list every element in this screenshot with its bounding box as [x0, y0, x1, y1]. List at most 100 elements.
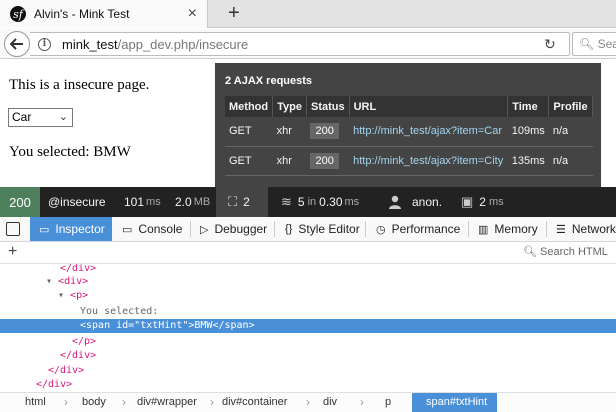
search-icon: 🔍︎: [523, 246, 541, 258]
markup-line[interactable]: </div>: [0, 378, 616, 388]
search-icon: 🔍︎: [579, 37, 595, 51]
memory-item[interactable]: 2.0 MB: [175, 187, 210, 217]
selected-markup-line[interactable]: <span id="txtHint">BMW</span>: [0, 319, 616, 333]
tab-title: Alvin's - Mink Test: [34, 7, 130, 21]
breadcrumb: html › body › div#wrapper › div#containe…: [0, 392, 616, 412]
breadcrumb-item-active[interactable]: span#txtHint: [412, 393, 498, 412]
tab-performance[interactable]: ◷ Performance: [376, 217, 460, 241]
search-html-input[interactable]: 🔍︎ Search HTML: [523, 245, 608, 258]
url-path: /app_dev.php/insecure: [117, 37, 249, 52]
debug-toolbar: 200 @insecure 101 ms 2.0 MB ⛶ 2 ≋ 5 in 0.3…: [0, 187, 616, 217]
column-header: Type: [272, 96, 307, 117]
url-host: mink_test: [62, 37, 118, 52]
url-text[interactable]: mink_test/app_dev.php/insecure: [62, 37, 248, 52]
search-input[interactable]: 🔍︎ Sea: [572, 32, 616, 56]
time-unit: ms: [146, 196, 161, 208]
markup-line[interactable]: ▾ <p>: [0, 289, 616, 302]
span-element: <span id="txtHint">BMW</span>: [80, 320, 255, 331]
info-icon[interactable]: i: [38, 38, 51, 51]
queries-unit: ms: [344, 196, 360, 208]
database-layers-icon: ≋: [281, 194, 292, 209]
new-tab-button[interactable]: +: [228, 2, 240, 25]
tab-debugger[interactable]: ▷ Debugger: [200, 217, 267, 241]
table-row: GET xhr 200 http://mink_test/ajax?item=C…: [225, 117, 593, 147]
style-editor-icon: {}: [285, 223, 293, 235]
tab-style-editor[interactable]: {} Style Editor: [285, 217, 360, 241]
render-time-unit: ms: [488, 196, 504, 208]
markup-line[interactable]: </div>: [0, 264, 616, 275]
network-icon: ☰: [556, 223, 566, 236]
page-heading: This is a insecure page.: [9, 77, 150, 93]
chevron-right-icon: ›: [360, 395, 364, 409]
breadcrumb-item[interactable]: div#wrapper: [137, 393, 197, 412]
ajax-table: Method Type Status URL Time Profile GET …: [225, 96, 593, 176]
breadcrumb-item[interactable]: body: [82, 393, 106, 412]
markup-line[interactable]: </div>: [0, 349, 616, 362]
tab-close-icon[interactable]: ×: [188, 5, 197, 23]
status-cell: 200: [306, 146, 350, 176]
breadcrumb-item[interactable]: p: [385, 393, 391, 412]
text-node: You selected:: [80, 306, 159, 317]
selected-text: You selected: BMW: [9, 144, 131, 160]
status-code-badge[interactable]: 200: [0, 187, 40, 217]
car-select-value: Car: [12, 110, 32, 124]
method-cell: GET: [225, 117, 273, 147]
inspector-toolbar: + 🔍︎ Search HTML: [0, 242, 616, 264]
markup-line[interactable]: </p>: [0, 335, 616, 348]
url-cell: http://mink_test/ajax?item=Car: [349, 117, 508, 147]
memory-unit: MB: [193, 196, 211, 208]
render-time-item[interactable]: ▣ 2 ms: [461, 187, 504, 217]
tab-console-label: Console: [138, 222, 183, 236]
ajax-table-header: Method Type Status URL Time Profile: [225, 96, 593, 117]
route-item[interactable]: @insecure: [48, 187, 106, 217]
collapse-twisty-icon[interactable]: ▾: [46, 276, 58, 287]
markup-line[interactable]: ▾ <div>: [0, 275, 616, 288]
tab-memory[interactable]: ▥ Memory: [478, 217, 538, 241]
ajax-url-link[interactable]: http://mink_test/ajax?item=City: [353, 155, 503, 167]
closing-tag: </div>: [48, 365, 85, 376]
user-icon: [389, 195, 401, 209]
user-name: anon.: [412, 195, 443, 209]
breadcrumb-item[interactable]: div#container: [222, 393, 287, 412]
car-select[interactable]: Car ⌄: [8, 108, 73, 127]
navigation-bar: i mink_test/app_dev.php/insecure ↻ 🔍︎ Se…: [0, 29, 616, 59]
tab-divider: [468, 221, 469, 237]
tab-console[interactable]: ▭ Console: [122, 217, 182, 241]
back-button[interactable]: [4, 31, 30, 57]
tab-style-editor-label: Style Editor: [298, 222, 360, 236]
opening-tag: <p>: [70, 290, 89, 301]
breadcrumb-item[interactable]: div: [323, 393, 337, 412]
tab-divider: [365, 221, 366, 237]
ajax-icon: ⛶: [228, 194, 238, 209]
time-item[interactable]: 101 ms: [124, 187, 161, 217]
url-cell: http://mink_test/ajax?item=City: [349, 146, 508, 176]
url-bar[interactable]: i mink_test/app_dev.php/insecure ↻: [30, 32, 570, 56]
markup-line[interactable]: </div>: [0, 364, 616, 377]
queries-suffix: in: [307, 196, 317, 208]
chevron-right-icon: ›: [122, 395, 126, 409]
database-item[interactable]: ≋ 5 in 0.30 ms: [281, 187, 359, 217]
breadcrumb-item[interactable]: html: [25, 393, 46, 412]
closing-tag: </div>: [60, 264, 97, 274]
tab-divider: [546, 221, 547, 237]
profile-cell: n/a: [548, 117, 593, 147]
reload-icon[interactable]: ↻: [544, 36, 556, 53]
column-header: Profile: [548, 96, 593, 117]
tab-network[interactable]: ☰ Network: [556, 217, 616, 241]
ajax-requests-panel: 2 AJAX requests Method Type Status URL T…: [215, 63, 601, 187]
chevron-right-icon: ›: [64, 395, 68, 409]
tab-network-label: Network: [571, 222, 616, 236]
markup-text-node[interactable]: You selected:: [0, 305, 616, 318]
user-item[interactable]: anon.: [388, 187, 442, 217]
browser-tab[interactable]: sf Alvin's - Mink Test ×: [0, 0, 208, 28]
ajax-item[interactable]: ⛶ 2: [216, 187, 268, 217]
element-picker-icon[interactable]: [6, 222, 20, 236]
memory-icon: ▥: [478, 223, 489, 236]
add-node-button[interactable]: +: [8, 243, 17, 261]
collapse-twisty-icon[interactable]: ▾: [58, 290, 70, 301]
devtools-toolbar: ▭ Inspector ▭ Console ▷ Debugger {} Style Ed…: [0, 217, 616, 242]
profile-cell: n/a: [548, 146, 593, 176]
time-value: 101: [124, 195, 145, 209]
tab-inspector[interactable]: ▭ Inspector: [30, 217, 112, 241]
ajax-url-link[interactable]: http://mink_test/ajax?item=Car: [353, 125, 502, 137]
